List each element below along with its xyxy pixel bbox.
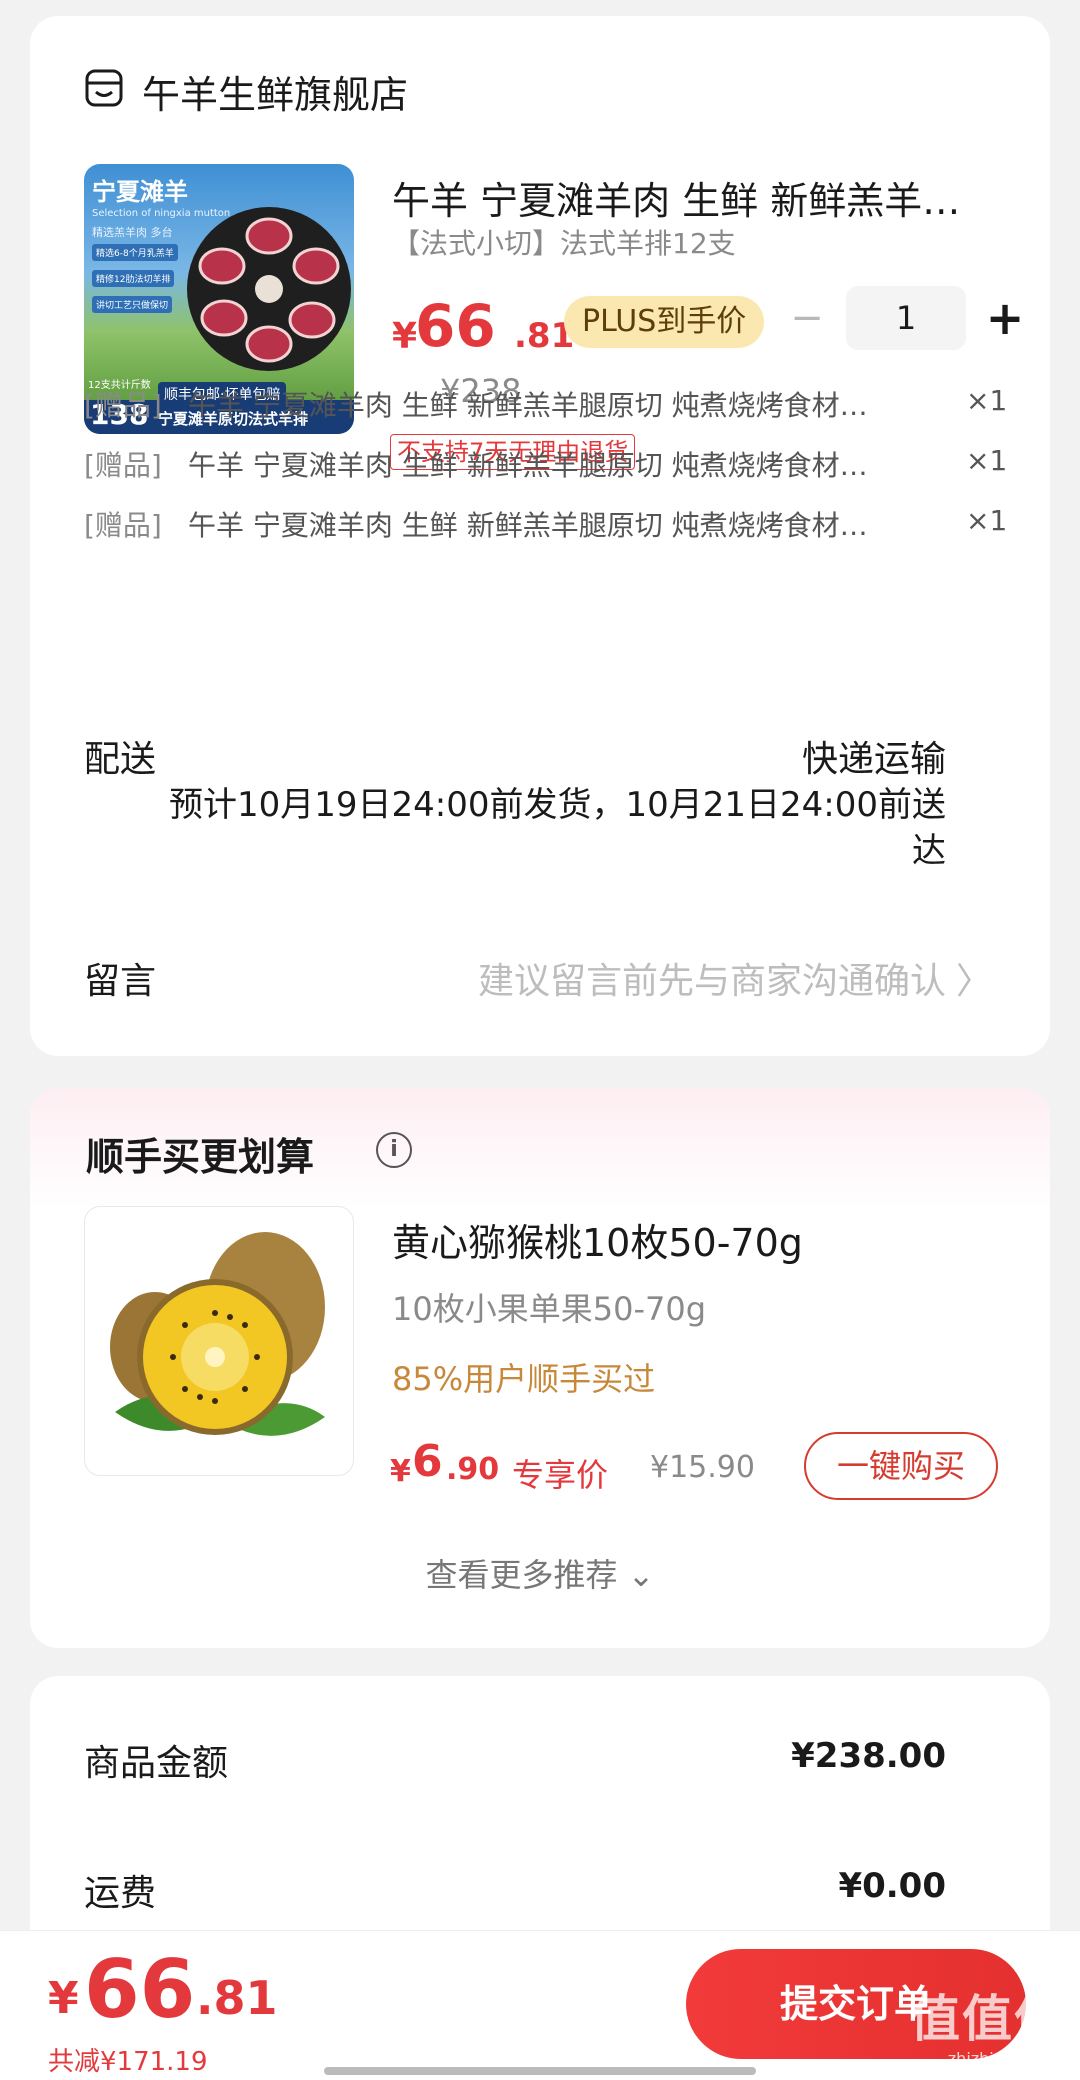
product-image-tag1: 精选6-8个月乳羔羊 bbox=[92, 244, 178, 261]
recommendation-card: 顺手买更划算 i 黄心猕猴桃10枚50-70g 10枚小果单果50-70g 85… bbox=[30, 1088, 1050, 1648]
recommend-item-spec: 10枚小果单果50-70g bbox=[392, 1290, 707, 1328]
watermark-url: zhizhizhi.com bbox=[947, 2049, 1056, 2068]
kiwi-illustration bbox=[110, 1232, 325, 1436]
product-spec[interactable]: 【法式小切】法式羊排12支 bbox=[392, 222, 736, 262]
quantity-input[interactable]: 1 bbox=[846, 286, 966, 350]
one-click-buy-button[interactable]: 一键购买 bbox=[804, 1432, 998, 1500]
lamb-chops-plate-illustration bbox=[187, 207, 351, 371]
recommend-item-social-proof: 85%用户顺手买过 bbox=[392, 1360, 656, 1398]
quantity-increase-button[interactable]: + bbox=[985, 294, 1025, 342]
total-decimal: .81 bbox=[196, 1971, 278, 2025]
summary-label: 商品金额 bbox=[84, 1743, 229, 1784]
price-integer: 66 bbox=[415, 292, 496, 360]
product-title[interactable]: 午羊 宁夏滩羊肉 生鲜 新鲜羔羊… bbox=[392, 170, 992, 225]
recommend-item-name[interactable]: 黄心猕猴桃10枚50-70g bbox=[392, 1212, 803, 1267]
quantity-decrease-button[interactable]: − bbox=[790, 298, 824, 338]
total-saving[interactable]: 共减¥171.19 bbox=[48, 2041, 208, 2078]
recommend-price-decimal: .90 bbox=[446, 1452, 500, 1487]
product-image-tag3: 讲切工艺只做保切 bbox=[92, 296, 173, 313]
recommend-price-integer: 6 bbox=[412, 1436, 443, 1487]
store-name[interactable]: 午羊生鲜旗舰店 bbox=[142, 64, 408, 119]
home-indicator[interactable] bbox=[324, 2067, 756, 2075]
store-icon bbox=[84, 68, 124, 108]
kiwi-product-image[interactable] bbox=[84, 1206, 354, 1476]
gift-tag: [赠品] bbox=[84, 389, 162, 422]
gift-qty: ×1 bbox=[966, 504, 1008, 537]
gift-tag: [赠品] bbox=[84, 509, 162, 542]
checkout-bar: ¥ 66 .81 共减¥171.19 提交订单 值值值 zhizhizhi.co… bbox=[0, 1930, 1080, 2080]
exclusive-price-label: 专享价 bbox=[512, 1456, 609, 1494]
watermark: 值值值 bbox=[910, 1990, 1066, 2048]
gift-name[interactable]: 午羊 宁夏滩羊肉 生鲜 新鲜羔羊腿原切 炖煮烧烤食材… bbox=[188, 504, 948, 544]
product-image-line1: 精选羔羊肉 多台 bbox=[92, 226, 173, 239]
recommend-original-price: ¥15.90 bbox=[650, 1450, 755, 1485]
summary-label: 运费 bbox=[84, 1873, 157, 1914]
chevron-right-icon[interactable]: 〉 bbox=[956, 952, 992, 1004]
product-image-brand: 宁夏滩羊 bbox=[92, 178, 188, 206]
total-currency: ¥ bbox=[48, 1973, 79, 2024]
price-currency: ¥ bbox=[392, 316, 418, 357]
info-icon[interactable]: i bbox=[376, 1132, 412, 1168]
gift-qty: ×1 bbox=[966, 384, 1008, 417]
note-input[interactable]: 建议留言前先与商家沟通确认 bbox=[478, 952, 946, 1004]
summary-value: ¥238.00 bbox=[791, 1736, 946, 1776]
total-integer: 66 bbox=[84, 1943, 196, 2036]
plus-price-badge: PLUS到手价 bbox=[564, 296, 765, 348]
gift-name[interactable]: 午羊 宁夏滩羊肉 生鲜 新鲜羔羊腿原切 炖煮烧烤食材… bbox=[188, 384, 948, 424]
delivery-label: 配送 bbox=[84, 739, 157, 780]
more-recommendations-link[interactable]: 查看更多推荐 ⌄ bbox=[30, 1550, 1050, 1596]
product-image-tag2: 精修12肋法切羊排 bbox=[92, 270, 175, 287]
note-label: 留言 bbox=[84, 961, 157, 1002]
summary-value: ¥0.00 bbox=[838, 1866, 946, 1906]
gift-tag: [赠品] bbox=[84, 449, 162, 482]
gift-name[interactable]: 午羊 宁夏滩羊肉 生鲜 新鲜羔羊腿原切 炖煮烧烤食材… bbox=[188, 444, 948, 484]
recommendation-title: 顺手买更划算 bbox=[86, 1135, 315, 1179]
delivery-time: 预计10月19日24:00前发货，10月21日24:00前送达 bbox=[168, 785, 946, 871]
order-card: 午羊生鲜旗舰店 宁夏滩羊 Selection of ningxia mutton… bbox=[30, 16, 1050, 1056]
gift-qty: ×1 bbox=[966, 444, 1008, 477]
delivery-method[interactable]: 快递运输 bbox=[802, 730, 946, 782]
recommend-price-currency: ¥ bbox=[390, 1454, 411, 1489]
